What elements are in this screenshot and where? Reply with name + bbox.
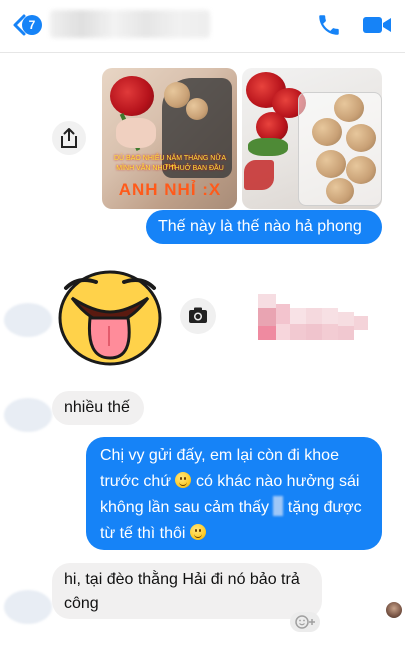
message-outgoing[interactable]: Chị vy gửi đấy, em lại còn đi khoe trước…: [86, 437, 382, 550]
message-line: Chị vy gửi đấy, em lại còn đi khoe: [100, 447, 339, 464]
camera-button[interactable]: [180, 298, 216, 334]
photo-caption-line2: MÌNH VẪN NHƯ THUỞ BAN ĐẦU: [116, 165, 224, 172]
shared-photo-cookies[interactable]: [242, 68, 382, 209]
message-outgoing[interactable]: Thế này là thế nào hả phong: [146, 210, 382, 244]
blurred-word: [273, 496, 284, 516]
add-reaction-button[interactable]: [290, 612, 320, 632]
photo-caption-title: ANH NHỈ :X: [118, 180, 222, 199]
camera-icon: [189, 307, 207, 323]
add-reaction-icon: [295, 615, 315, 629]
share-button[interactable]: [52, 121, 86, 155]
shared-photo-rose[interactable]: DÙ BAO NHIÊU NĂM THÁNG NỮA THÌ MÌNH VẪN …: [102, 68, 237, 209]
contact-avatar-blurred[interactable]: [4, 590, 52, 624]
phone-icon[interactable]: [316, 12, 342, 38]
smile-emoji-icon: [175, 472, 192, 488]
contact-name-blurred[interactable]: [50, 10, 210, 38]
message-line: hi, tại đèo thằng Hải đi nó bảo trả: [64, 571, 300, 588]
seen-avatar: [386, 602, 402, 618]
message-line: trước chứ có khác nào hưởng sái: [100, 472, 360, 490]
message-incoming[interactable]: hi, tại đèo thằng Hải đi nó bảo trả công: [52, 563, 322, 619]
video-camera-icon[interactable]: [362, 15, 392, 35]
contact-avatar-blurred[interactable]: [4, 303, 52, 337]
message-line: từ tế thì thôi: [100, 521, 368, 547]
share-icon: [61, 128, 77, 148]
unread-count-badge: 7: [22, 15, 42, 35]
message-line: không lần sau cảm thấy tặng được: [100, 495, 368, 521]
pixelated-content: [258, 294, 370, 354]
smile-emoji-icon: [189, 524, 206, 540]
message-line: công: [64, 595, 99, 612]
contact-avatar-blurred[interactable]: [4, 398, 52, 432]
message-incoming[interactable]: nhiều thế: [52, 391, 144, 425]
tongue-out-face-sticker[interactable]: [56, 266, 164, 366]
